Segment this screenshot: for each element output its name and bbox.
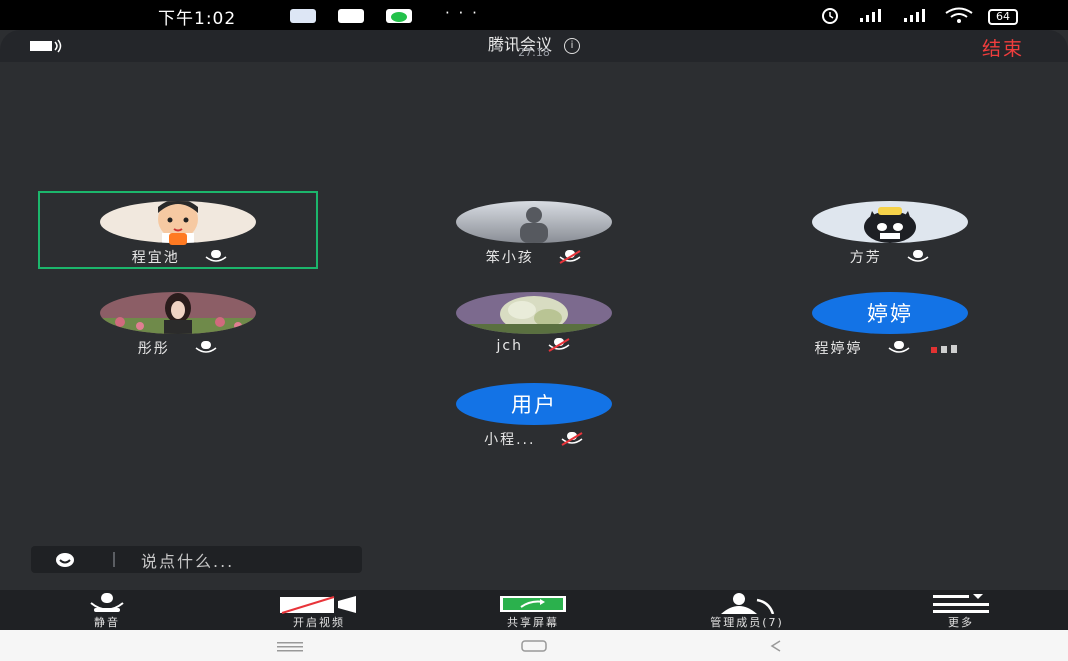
more-label: 更多: [948, 616, 974, 629]
microphone-icon: [887, 341, 911, 359]
participant-tile[interactable]: 婷婷 程婷婷: [750, 282, 1030, 360]
divider: [113, 552, 115, 567]
meeting-header: 腾讯会议 i 27:18 结束: [0, 30, 1068, 62]
participant-name: 程宜池: [40, 247, 320, 268]
avatar: [100, 292, 256, 334]
status-time: 下午1:02: [158, 9, 237, 29]
participant-name-text: 笨小孩: [485, 250, 534, 266]
participant-name: 小程...: [394, 429, 674, 450]
avatar: 用户: [456, 383, 612, 425]
microphone-muted-icon: [560, 432, 584, 450]
host-badge-icon: [169, 233, 187, 245]
start-video-label: 开启视频: [293, 616, 345, 629]
participant-tile[interactable]: 程宜池: [38, 191, 318, 269]
participant-name-text: 程婷婷: [814, 341, 863, 357]
chat-input[interactable]: [139, 549, 353, 573]
avatar: 婷婷: [812, 292, 968, 334]
manage-members-label: 管理成员(7): [710, 616, 784, 629]
mute-label: 静音: [94, 616, 120, 629]
participant-tile[interactable]: 彤彤: [38, 282, 318, 360]
bottom-toolbar: 静音 开启视频 共享屏幕 管理成员(7) 更多: [0, 590, 1068, 630]
microphone-icon: [194, 341, 218, 359]
participant-name-text: 小程...: [484, 432, 536, 448]
participant-tile[interactable]: 方芳: [750, 191, 1030, 269]
participant-tile[interactable]: jch: [394, 282, 674, 360]
microphone-muted-icon: [547, 338, 571, 356]
participant-name: 方芳: [750, 247, 1030, 268]
manage-members-button[interactable]: 管理成员(7): [667, 590, 827, 630]
home-nav-button[interactable]: [504, 630, 564, 661]
back-nav-button[interactable]: [746, 630, 806, 661]
chat-bar[interactable]: [31, 546, 362, 573]
signal-icon: [900, 7, 930, 26]
alarm-icon: [818, 6, 842, 27]
start-video-button[interactable]: 开启视频: [239, 590, 399, 630]
end-meeting-button[interactable]: 结束: [982, 34, 1024, 61]
participant-name-text: jch: [496, 338, 523, 354]
signal-icon: [856, 7, 886, 26]
battery-icon: 64: [988, 8, 1018, 25]
avatar: [812, 201, 968, 243]
menu-nav-button[interactable]: [260, 630, 320, 661]
wifi-icon: [944, 7, 974, 26]
participant-name: jch: [394, 338, 674, 356]
navigation-bar: [0, 630, 1068, 661]
share-screen-button[interactable]: 共享屏幕: [453, 590, 613, 630]
more-notifications-icon: · · ·: [445, 4, 479, 22]
meeting-timer: 27:18: [518, 46, 550, 59]
network-quality-icon: [931, 342, 965, 358]
wechat-icon: [386, 9, 412, 23]
participant-tile[interactable]: 用户 小程...: [394, 373, 674, 451]
participant-tile[interactable]: 笨小孩: [394, 191, 674, 269]
participant-name: 彤彤: [38, 338, 318, 359]
avatar: [456, 201, 612, 243]
more-button[interactable]: 更多: [881, 590, 1041, 630]
emoji-icon[interactable]: [55, 552, 75, 572]
share-screen-label: 共享屏幕: [507, 616, 559, 629]
microphone-icon: [906, 250, 930, 268]
participant-name-text: 方芳: [849, 250, 882, 266]
participant-name: 程婷婷: [750, 338, 1030, 359]
avatar: [456, 292, 612, 334]
microphone-icon: [204, 250, 228, 268]
status-bar: 下午1:02 · · · 64: [0, 0, 1068, 30]
participant-name-text: 程宜池: [131, 250, 180, 266]
participant-name: 笨小孩: [394, 247, 674, 268]
mute-button[interactable]: 静音: [27, 590, 187, 630]
app-notification-icon: [338, 9, 364, 23]
participant-name-text: 彤彤: [137, 341, 170, 357]
app-notification-icon: [290, 9, 316, 23]
microphone-muted-icon: [558, 250, 582, 268]
